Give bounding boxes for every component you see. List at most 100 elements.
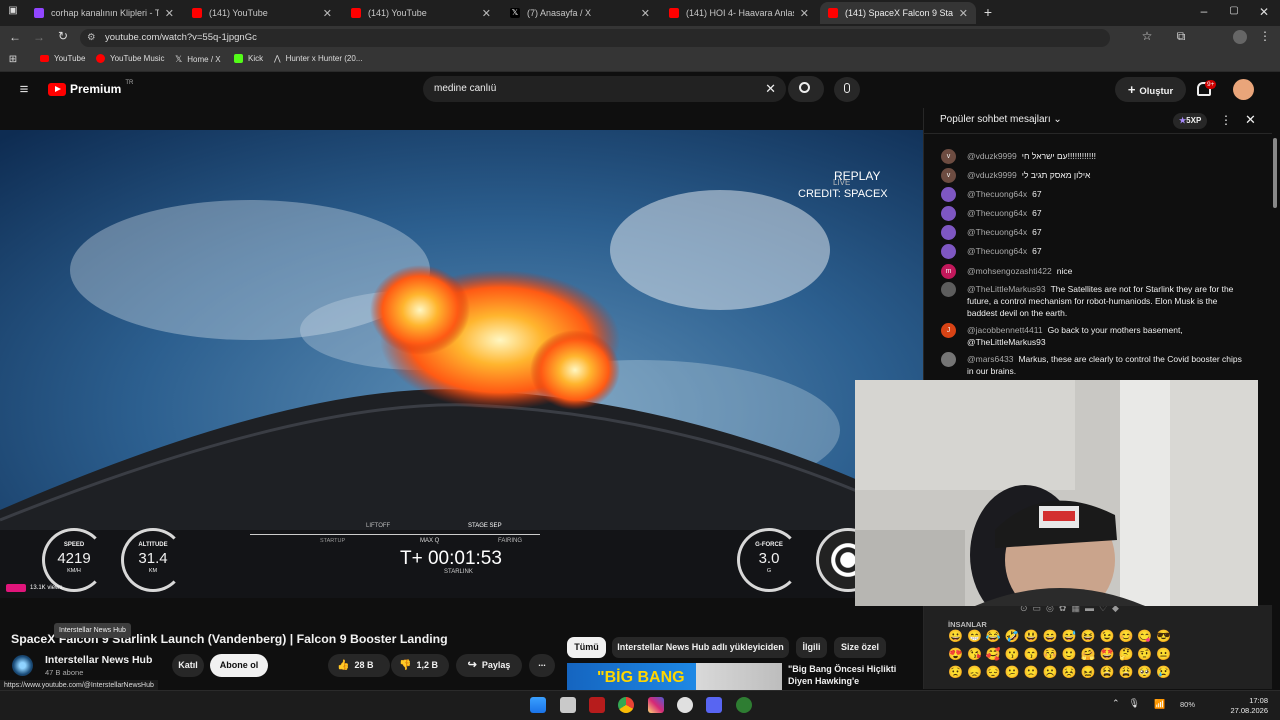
game-launcher-icon[interactable]: [589, 697, 605, 713]
url-field[interactable]: ⚙ youtube.com/watch?v=55q-1jpgnGc: [80, 29, 1110, 47]
app-green-icon[interactable]: [736, 697, 752, 713]
apps-grid-icon[interactable]: ⊞: [6, 54, 20, 65]
browser-tab-5[interactable]: (141) HOI 4- Haavara Anlaşmas✕: [661, 2, 817, 24]
chat-author[interactable]: @vduzk9999: [967, 151, 1017, 161]
chat-scrollbar[interactable]: [1273, 138, 1277, 208]
chat-avatar[interactable]: v: [941, 149, 956, 164]
bookmark-youtube-music[interactable]: YouTube Music: [96, 54, 165, 63]
close-tab-icon[interactable]: ✕: [165, 7, 174, 20]
bookmark-x-home[interactable]: 𝕏 Home / X: [175, 54, 221, 65]
close-tab-icon[interactable]: ✕: [482, 7, 491, 20]
chip-for-you[interactable]: Size özel: [834, 637, 886, 658]
clock-time[interactable]: 17:08: [1218, 696, 1268, 705]
tab-search-icon[interactable]: ▣: [6, 5, 20, 16]
chrome-icon[interactable]: [618, 697, 634, 713]
channel-name[interactable]: Interstellar News Hub: [45, 654, 152, 666]
battery-indicator[interactable]: 80%: [1180, 700, 1195, 709]
chat-avatar[interactable]: J: [941, 323, 956, 338]
chat-author[interactable]: @vduzk9999: [967, 170, 1017, 180]
reload-icon[interactable]: ↻: [56, 29, 70, 43]
chat-avatar[interactable]: [941, 244, 956, 259]
clear-search-icon[interactable]: ✕: [765, 76, 776, 102]
emoji-row[interactable]: 😟😞😔😕🙁☹️😣😖😫😩🥺😢: [948, 665, 1175, 679]
github-icon[interactable]: [677, 697, 693, 713]
chat-avatar[interactable]: m: [941, 264, 956, 279]
chat-avatar[interactable]: [941, 206, 956, 221]
chat-author[interactable]: @Thecuong64x: [967, 227, 1027, 237]
chat-avatar[interactable]: [941, 282, 956, 297]
bookmark-hunter[interactable]: ⋀ Hunter x Hunter (20...: [274, 54, 362, 63]
network-icon[interactable]: 📶: [1154, 699, 1165, 710]
chat-author[interactable]: @TheLittleMarkus93: [967, 284, 1046, 294]
search-button[interactable]: [788, 76, 824, 102]
recommended-thumbnail[interactable]: "BİG BANG: [567, 663, 782, 690]
maximize-icon[interactable]: ▢: [1226, 5, 1242, 16]
back-icon[interactable]: ←: [8, 30, 22, 44]
share-button[interactable]: ↪ Paylaş: [456, 654, 522, 677]
subscribe-button[interactable]: Abone ol: [210, 654, 268, 677]
youtube-logo[interactable]: Premium TR: [48, 80, 133, 96]
tray-icons[interactable]: ⌃🎙: [1112, 698, 1149, 709]
chat-author[interactable]: @jacobbennett4411: [967, 325, 1043, 335]
bookmark-star-icon[interactable]: ☆: [1140, 29, 1154, 43]
extensions-icon[interactable]: ⧉: [1174, 29, 1188, 44]
more-actions-button[interactable]: ...: [529, 654, 555, 677]
hamburger-menu-icon[interactable]: ≡: [16, 81, 32, 98]
chat-author[interactable]: @Thecuong64x: [967, 208, 1027, 218]
recommended-title-line-2[interactable]: Diyen Hawking'e: [788, 676, 859, 686]
bookmark-kick[interactable]: Kick: [234, 54, 263, 63]
chat-author[interactable]: @Thecuong64x: [967, 246, 1027, 256]
discord-icon[interactable]: [706, 697, 722, 713]
join-button[interactable]: Katıl: [172, 654, 204, 677]
chat-author[interactable]: @mars6433: [967, 354, 1013, 364]
close-tab-icon[interactable]: ✕: [323, 7, 332, 20]
voice-search-button[interactable]: [834, 77, 860, 102]
chip-from-uploader[interactable]: Interstellar News Hub adlı yükleyiciden: [612, 637, 789, 658]
video-player[interactable]: REPLAY LIVE CREDIT: SPACEX SPEED 4219 KM…: [0, 130, 923, 598]
minimize-icon[interactable]: –: [1196, 4, 1212, 18]
browser-tab-6-active[interactable]: (141) SpaceX Falcon 9 Starlink L✕: [820, 2, 976, 24]
windows-start-icon[interactable]: [530, 697, 546, 713]
bookmark-youtube[interactable]: YouTube: [40, 54, 85, 63]
views-badge: 13.1K views: [6, 584, 62, 592]
forward-icon[interactable]: →: [32, 30, 46, 44]
timeline-liftoff: LIFTOFF: [366, 523, 391, 529]
close-tab-icon[interactable]: ✕: [641, 7, 650, 20]
xp-badge[interactable]: ★5XP: [1173, 113, 1208, 129]
close-tab-icon[interactable]: ✕: [959, 7, 968, 20]
instagram-icon[interactable]: [648, 697, 664, 713]
clock-date[interactable]: 27.08.2026: [1218, 706, 1268, 715]
chat-avatar[interactable]: [941, 225, 956, 240]
file-explorer-icon[interactable]: [560, 697, 576, 713]
recommended-title[interactable]: "Big Bang Öncesi Hiçlikti: [788, 664, 896, 674]
emoji-row[interactable]: 😍😘🥰😗😙😚🙂🤗🤩🤔🤨😐: [948, 647, 1175, 661]
browser-tab-3[interactable]: (141) YouTube ✕: [343, 2, 499, 24]
site-info-icon[interactable]: ⚙: [87, 29, 96, 47]
dislike-button[interactable]: 👎 1,2 B: [391, 654, 449, 677]
chip-related[interactable]: İlgili: [796, 637, 827, 658]
chat-avatar[interactable]: [941, 352, 956, 367]
close-chat-icon[interactable]: ✕: [1245, 112, 1256, 128]
new-tab-icon[interactable]: +: [980, 4, 996, 20]
browser-tab-2[interactable]: (141) YouTube ✕: [184, 2, 340, 24]
subscriber-count: 47 B abone: [45, 668, 84, 677]
emoji-row[interactable]: 😀😁😂🤣😃😄😅😆😉😊😋😎: [948, 629, 1175, 643]
chat-mode-dropdown[interactable]: Popüler sohbet mesajları ⌄: [940, 114, 1062, 125]
close-window-icon[interactable]: ✕: [1256, 5, 1272, 19]
search-input[interactable]: medine canlıü ✕: [423, 76, 786, 102]
like-button[interactable]: 👍 28 B: [328, 654, 390, 677]
menu-dots-icon[interactable]: ⋮: [1258, 29, 1272, 43]
close-tab-icon[interactable]: ✕: [800, 7, 809, 20]
chat-author[interactable]: @mohsengozashti422: [967, 266, 1052, 276]
chat-author[interactable]: @Thecuong64x: [967, 189, 1027, 199]
create-button[interactable]: + Oluştur: [1115, 77, 1186, 102]
browser-tab-1[interactable]: corhap kanalının Klipleri - Twitc✕: [26, 2, 182, 24]
chat-avatar[interactable]: v: [941, 168, 956, 183]
profile-icon[interactable]: [1233, 30, 1247, 44]
chat-avatar[interactable]: [941, 187, 956, 202]
account-avatar[interactable]: [1233, 79, 1254, 100]
channel-avatar[interactable]: [12, 655, 33, 676]
chat-more-icon[interactable]: ⋮: [1220, 113, 1232, 127]
chip-all[interactable]: Tümü: [567, 637, 606, 658]
browser-tab-4[interactable]: 𝕏 (7) Anasayfa / X ✕: [502, 2, 658, 24]
